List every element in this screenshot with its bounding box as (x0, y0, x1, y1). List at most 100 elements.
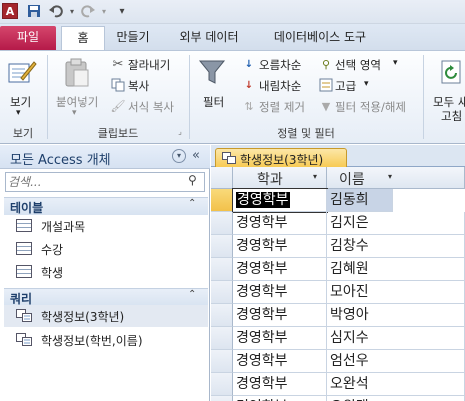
paste-button-label[interactable]: 붙여넣기 (56, 94, 98, 110)
sort-descending-icon[interactable]: ↓ (240, 77, 258, 93)
row-selector[interactable] (211, 212, 233, 235)
table-cell[interactable]: 경영학부 (233, 350, 327, 373)
remove-sort-icon[interactable]: ⇅ (240, 98, 258, 114)
table-cell[interactable]: 경영학부 (233, 304, 327, 327)
refresh-all-label-2[interactable]: 고침 (441, 108, 462, 124)
selection-button[interactable]: 선택 영역 (335, 57, 381, 73)
nav-item-query-selected[interactable]: 학생정보(3학년) (4, 305, 208, 327)
nav-menu-chevron-icon[interactable]: ▾ (172, 149, 186, 163)
tab-home[interactable]: 홈 (61, 26, 105, 51)
customize-qat-icon[interactable]: ▾ (114, 3, 130, 19)
cut-button[interactable]: 잘라내기 (128, 57, 170, 73)
copy-icon[interactable] (110, 77, 126, 93)
sort-ascending-button[interactable]: 오름차순 (259, 57, 301, 73)
collapse-category-icon[interactable]: ⌃ (188, 289, 196, 300)
table-cell[interactable]: 오원택 (327, 396, 465, 401)
cut-icon[interactable]: ✂ (110, 56, 126, 72)
row-selector[interactable] (211, 327, 233, 350)
nav-pane-title[interactable]: 모든 Access 개체 (10, 149, 111, 168)
table-cell[interactable]: 경영학부 (233, 281, 327, 304)
tab-database-tools[interactable]: 데이터베이스 도구 (264, 26, 376, 50)
select-all-corner[interactable] (211, 167, 233, 189)
nav-pane-header[interactable]: 모든 Access 개체 ▾ « (0, 145, 210, 169)
category-header-tables[interactable]: 테이블 ⌃ (4, 197, 208, 215)
row-selector[interactable] (211, 350, 233, 373)
filter-icon[interactable] (197, 57, 227, 87)
table-cell[interactable]: 경영학부 (233, 373, 327, 396)
tab-external-data[interactable]: 외부 데이터 (174, 26, 244, 50)
remove-sort-button[interactable]: 정렬 제거 (259, 99, 305, 115)
table-cell[interactable]: 경영학부 (233, 396, 327, 401)
selection-dropdown-icon[interactable]: ▾ (393, 58, 398, 68)
collapse-category-icon[interactable]: ⌃ (188, 198, 196, 209)
row-selector[interactable] (211, 396, 233, 401)
save-icon[interactable] (26, 3, 42, 19)
table-cell[interactable]: 모아진 (327, 281, 465, 304)
selected-cell-text[interactable]: 경영학부 (236, 192, 290, 208)
advanced-dropdown-icon[interactable]: ▾ (364, 79, 369, 89)
column-header-label: 이름 (339, 172, 365, 188)
table-cell[interactable]: 경영학부 (233, 235, 327, 258)
sort-ascending-icon[interactable]: ↓ (240, 56, 258, 72)
row-selector[interactable] (211, 281, 233, 304)
nav-item-query[interactable]: 학생정보(학번,이름) (4, 329, 208, 351)
table-cell[interactable]: 김지은 (327, 212, 465, 235)
toggle-filter-icon[interactable]: ▼ (318, 98, 334, 114)
nav-item-table[interactable]: 개설과목 (4, 215, 208, 237)
table-cell[interactable]: 김혜원 (327, 258, 465, 281)
row-selector[interactable] (211, 189, 233, 212)
column-header[interactable]: 이름 ▾ (327, 167, 465, 189)
view-icon[interactable] (6, 57, 38, 87)
table-cell[interactable]: 심지수 (327, 327, 465, 350)
view-dropdown-icon[interactable]: ▾ (16, 108, 21, 118)
format-painter-icon[interactable]: 🖌 (110, 98, 126, 114)
row-selector[interactable] (211, 304, 233, 327)
undo-icon[interactable] (48, 3, 64, 19)
selection-filter-icon[interactable]: ⚲ (318, 56, 334, 72)
access-logo-icon[interactable]: A (2, 3, 18, 19)
column-header[interactable]: 학과 ▾ (233, 167, 327, 189)
copy-button[interactable]: 복사 (128, 78, 149, 94)
toggle-filter-button[interactable]: 필터 적용/해제 (335, 99, 406, 115)
advanced-button[interactable]: 고급 (335, 78, 356, 94)
refresh-all-icon[interactable] (438, 59, 464, 87)
group-label-view: 보기 (12, 127, 34, 140)
tab-create[interactable]: 만들기 (110, 26, 156, 50)
table-cell[interactable]: 박영아 (327, 304, 465, 327)
paste-dropdown-icon[interactable]: ▾ (72, 108, 77, 118)
redo-dropdown-icon[interactable]: ▾ (96, 3, 112, 19)
row-selector[interactable] (211, 235, 233, 258)
table-cell[interactable]: 엄선우 (327, 350, 465, 373)
document-tab[interactable]: 학생정보(3학년) (215, 148, 347, 168)
nav-item-table[interactable]: 학생 (4, 261, 208, 283)
filter-button[interactable]: 필터 (203, 94, 224, 110)
column-dropdown-icon[interactable]: ▾ (313, 172, 317, 181)
advanced-filter-icon[interactable] (318, 77, 334, 93)
search-icon[interactable]: ⚲ (188, 173, 197, 187)
nav-item-label: 학생 (41, 266, 64, 280)
redo-icon[interactable] (80, 3, 96, 19)
undo-dropdown-icon[interactable]: ▾ (64, 3, 80, 19)
table-cell[interactable]: 오완석 (327, 373, 465, 396)
query-icon (16, 309, 32, 322)
clipboard-launcher-icon[interactable]: ⌟ (175, 126, 185, 136)
table-cell[interactable]: 김동희 (327, 189, 393, 212)
table-cell[interactable]: 경영학부 (232, 188, 328, 213)
table-cell[interactable]: 경영학부 (233, 258, 327, 281)
sort-descending-button[interactable]: 내림차순 (259, 78, 301, 94)
category-header-queries[interactable]: 쿼리 ⌃ (4, 288, 208, 306)
tab-file[interactable]: 파일 (0, 26, 56, 50)
table-cell[interactable]: 경영학부 (233, 327, 327, 350)
table-cell[interactable]: 경영학부 (233, 212, 327, 235)
nav-item-label: 수강 (41, 243, 64, 257)
query-icon (16, 333, 32, 346)
nav-item-table[interactable]: 수강 (4, 238, 208, 260)
collapse-pane-icon[interactable]: « (192, 148, 200, 163)
row-selector[interactable] (211, 258, 233, 281)
table-cell[interactable]: 김창수 (327, 235, 465, 258)
column-dropdown-icon[interactable]: ▾ (388, 172, 392, 181)
row-selector[interactable] (211, 373, 233, 396)
format-painter-button[interactable]: 서식 복사 (128, 99, 174, 115)
paste-icon[interactable] (62, 57, 92, 89)
nav-search-input[interactable] (8, 174, 184, 190)
